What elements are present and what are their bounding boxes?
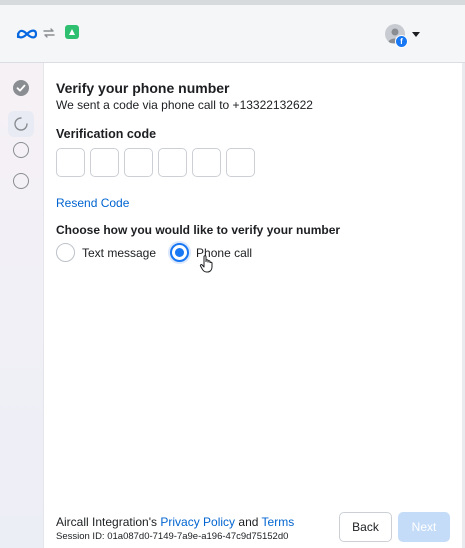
step-pending-icon (13, 173, 29, 189)
phone-call-radio[interactable] (170, 243, 190, 262)
verification-code-inputs (56, 148, 255, 177)
back-button[interactable]: Back (339, 512, 392, 542)
code-digit-4[interactable] (158, 148, 187, 177)
step-current-spinner-icon (8, 111, 34, 137)
hand-cursor-icon (199, 254, 215, 279)
next-button[interactable]: Next (398, 512, 450, 542)
code-digit-5[interactable] (192, 148, 221, 177)
page-title: Verify your phone number (56, 80, 230, 96)
code-digit-1[interactable] (56, 148, 85, 177)
verify-method-options: Text message Phone call (56, 243, 266, 262)
resend-code-link[interactable]: Resend Code (56, 196, 129, 210)
session-id: Session ID: 01a087d0-7149-7a9e-a196-47c9… (56, 531, 289, 542)
link-arrows-icon (42, 26, 56, 45)
privacy-policy-link[interactable]: Privacy Policy (160, 515, 235, 529)
step-completed-icon (13, 80, 29, 96)
header-bar: f (0, 5, 465, 63)
text-message-radio[interactable] (56, 243, 75, 262)
terms-link[interactable]: Terms (262, 515, 295, 529)
verification-code-label: Verification code (56, 127, 157, 141)
progress-sidebar (0, 63, 44, 548)
footer-and: and (238, 515, 259, 529)
footer-prefix: Aircall Integration's (56, 515, 158, 529)
facebook-badge-icon: f (395, 35, 408, 48)
meta-logo (16, 27, 38, 45)
footer-legal: Aircall Integration's Privacy Policy and… (56, 515, 294, 529)
verify-method-label: Choose how you would like to verify your… (56, 223, 341, 237)
code-digit-6[interactable] (226, 148, 255, 177)
app-icon (65, 25, 79, 39)
code-digit-3[interactable] (124, 148, 153, 177)
step-pending-icon (13, 142, 29, 158)
chevron-down-icon[interactable] (412, 32, 420, 37)
code-digit-2[interactable] (90, 148, 119, 177)
page-subtitle: We sent a code via phone call to +133221… (56, 98, 313, 112)
text-message-label[interactable]: Text message (82, 246, 156, 260)
